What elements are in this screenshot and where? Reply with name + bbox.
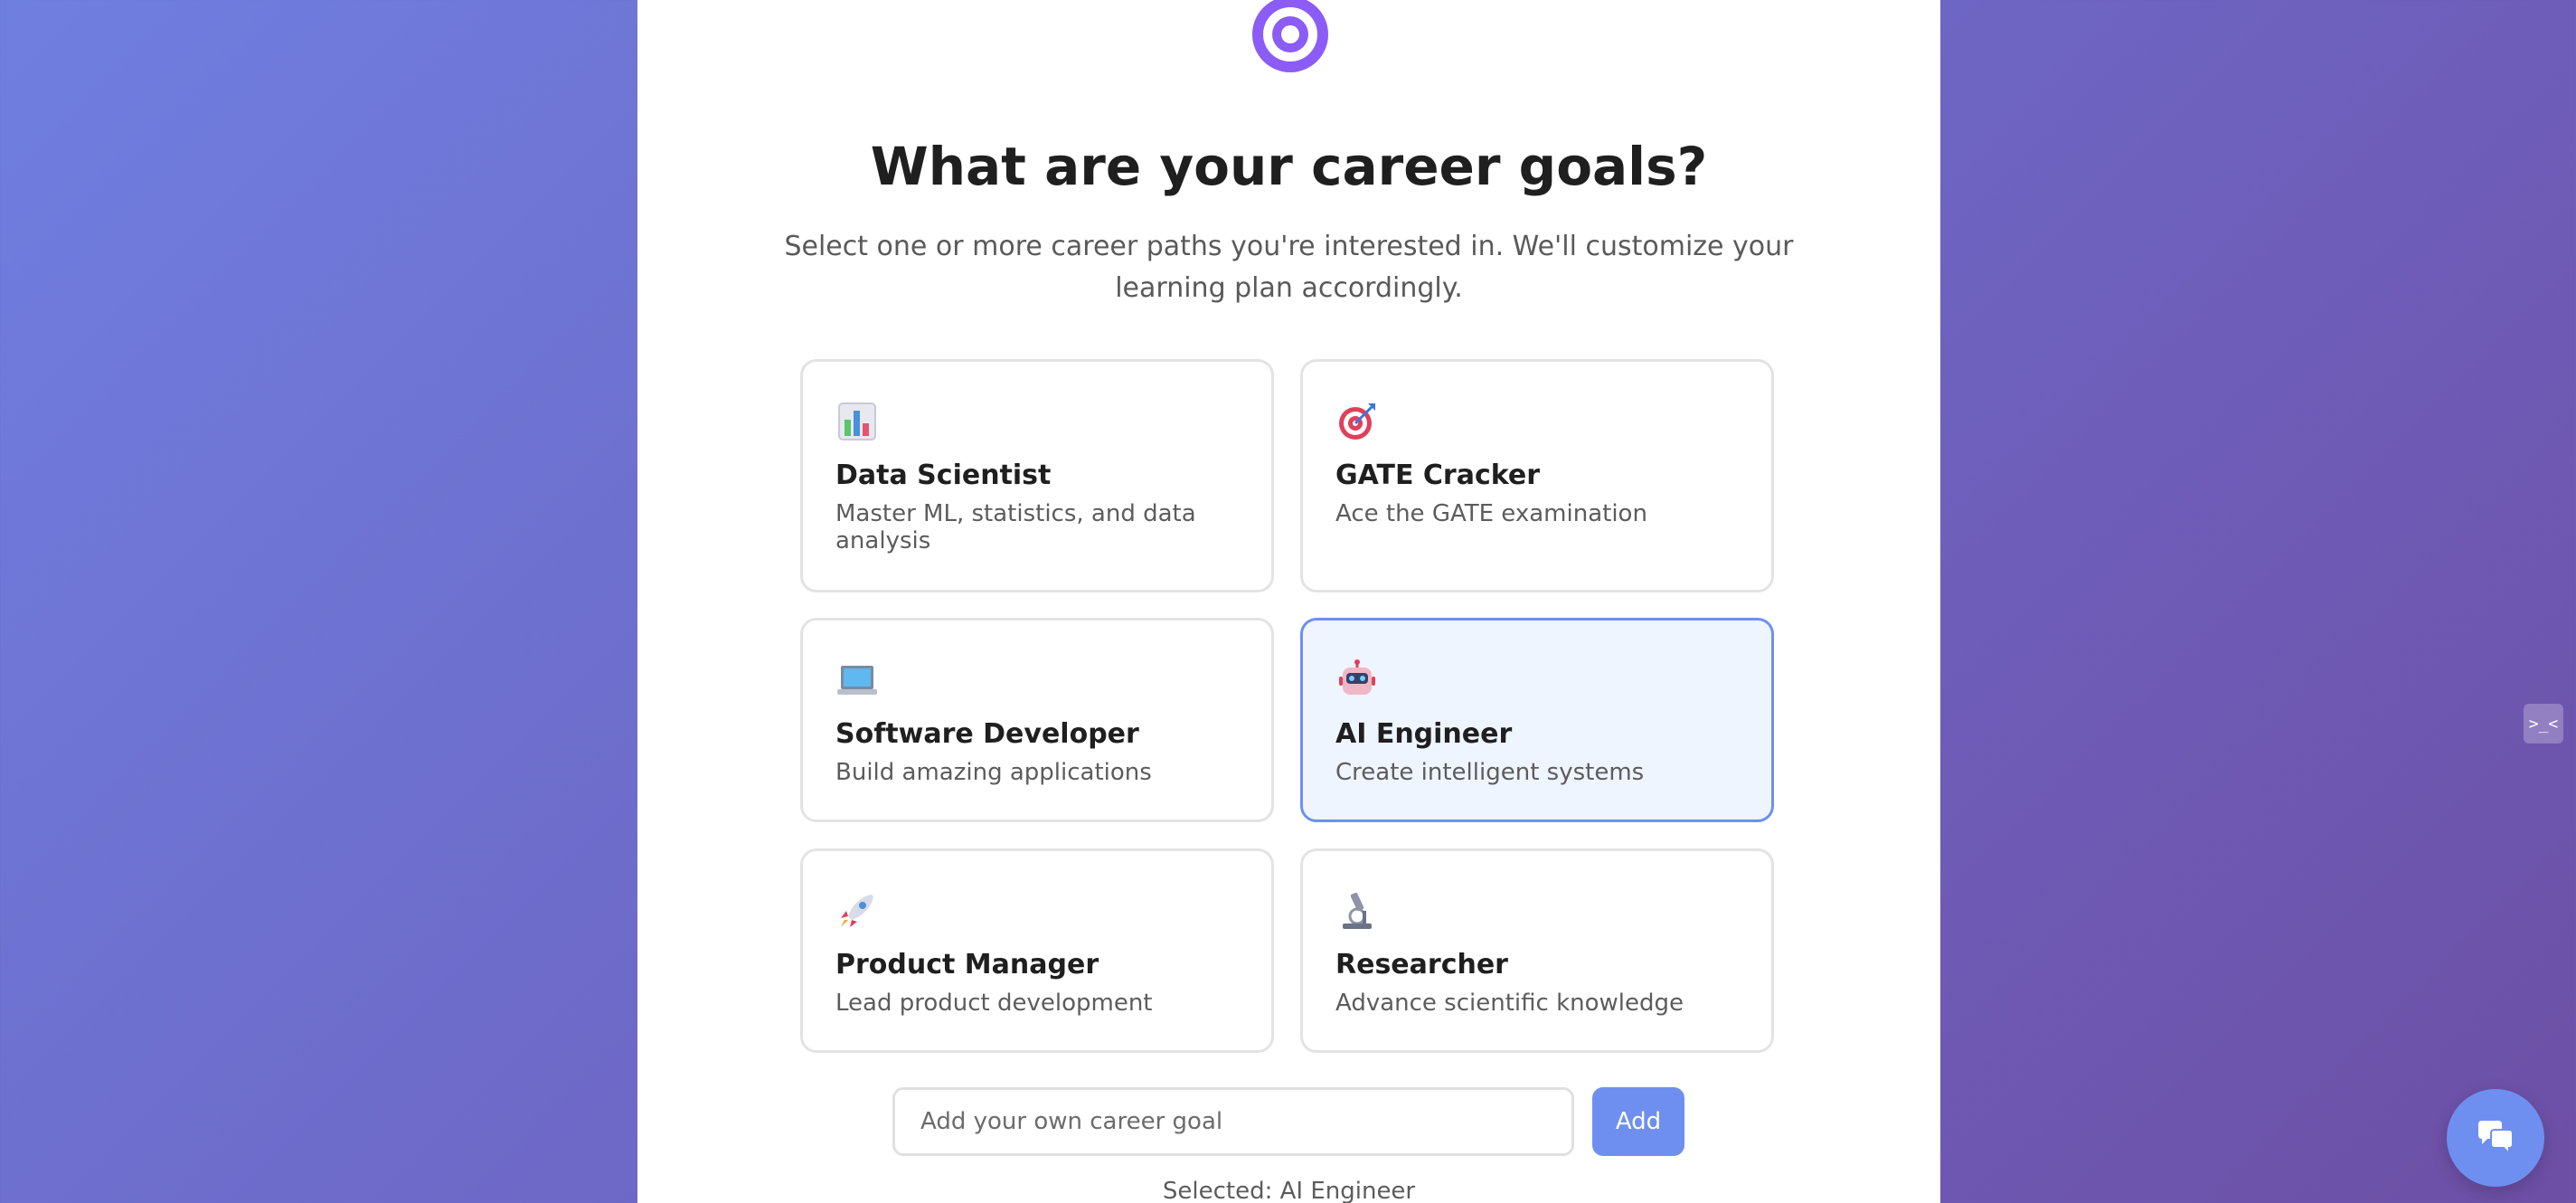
microscope-icon bbox=[1343, 892, 1372, 929]
career-name: Product Manager bbox=[835, 949, 1099, 980]
robot-icon bbox=[1339, 659, 1375, 695]
page-title: What are your career goals? bbox=[870, 136, 1708, 197]
career-card-researcher[interactable]: Researcher Advance scientific knowledge bbox=[1300, 848, 1774, 1053]
target-dart-icon bbox=[1339, 403, 1375, 440]
custom-goal-row: Add bbox=[892, 1087, 1684, 1156]
add-goal-button[interactable]: Add bbox=[1592, 1087, 1684, 1156]
chat-button[interactable] bbox=[2447, 1089, 2544, 1187]
chat-bubbles-icon bbox=[2478, 1121, 2514, 1155]
career-description: Advance scientific knowledge bbox=[1335, 990, 1684, 1017]
rocket-icon bbox=[841, 895, 873, 927]
page-subtitle: Select one or more career paths you're i… bbox=[784, 231, 1794, 304]
career-description: Master ML, statistics, and data analysis bbox=[835, 500, 1196, 554]
career-description: Build amazing applications bbox=[835, 759, 1152, 786]
career-card-software-developer[interactable]: Software Developer Build amazing applica… bbox=[800, 618, 1274, 822]
selected-summary: Selected: AI Engineer bbox=[1162, 1178, 1416, 1203]
career-card-product-manager[interactable]: Product Manager Lead product development bbox=[800, 848, 1274, 1053]
career-name: Data Scientist bbox=[835, 459, 1052, 491]
target-logo-icon bbox=[1252, 0, 1328, 72]
career-name: Software Developer bbox=[835, 718, 1139, 750]
career-name: GATE Cracker bbox=[1335, 459, 1541, 491]
bar-chart-icon bbox=[838, 403, 876, 440]
career-description: Create intelligent systems bbox=[1335, 759, 1645, 786]
laptop-icon bbox=[837, 666, 877, 695]
career-description: Ace the GATE examination bbox=[1335, 500, 1647, 527]
career-card-gate-cracker[interactable]: GATE Cracker Ace the GATE examination bbox=[1300, 359, 1774, 592]
main-panel: What are your career goals? Select one o… bbox=[637, 0, 1940, 1203]
career-name: Researcher bbox=[1335, 949, 1508, 980]
career-description: Lead product development bbox=[835, 990, 1153, 1017]
career-name: AI Engineer bbox=[1335, 718, 1513, 750]
career-card-data-scientist[interactable]: Data Scientist Master ML, statistics, an… bbox=[800, 359, 1274, 592]
custom-goal-input[interactable] bbox=[892, 1087, 1574, 1156]
career-card-ai-engineer[interactable]: AI Engineer Create intelligent systems bbox=[1300, 618, 1774, 822]
side-panel-handle[interactable]: >_< bbox=[2524, 704, 2563, 744]
